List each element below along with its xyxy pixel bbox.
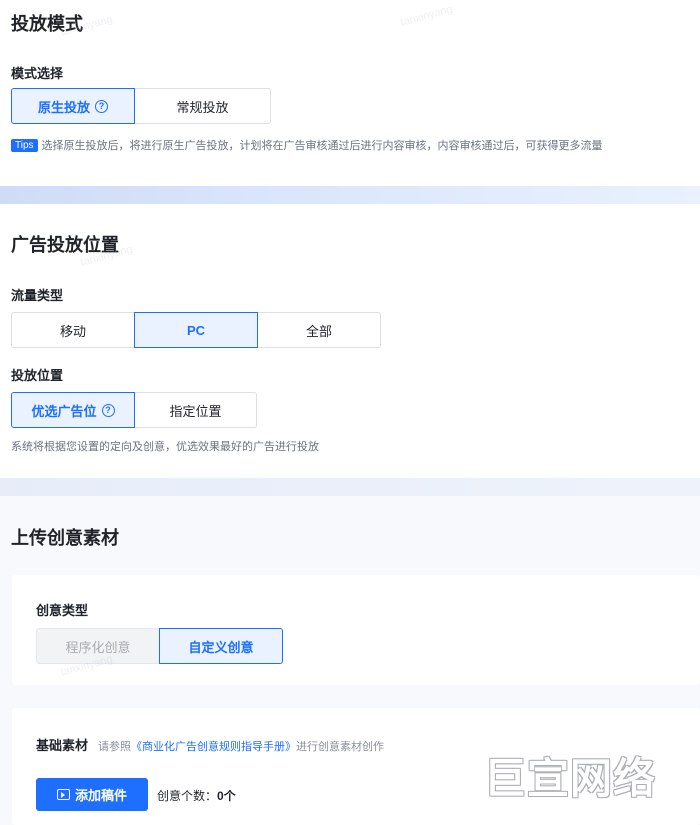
position-option-preferred[interactable]: 优选广告位 ? — [11, 392, 135, 428]
traffic-option-pc[interactable]: PC — [134, 312, 258, 348]
traffic-type-segmented-control: 移动 PC 全部 — [11, 312, 381, 348]
creative-title: 上传创意素材 — [11, 528, 119, 548]
position-option-specified[interactable]: 指定位置 — [134, 392, 257, 428]
mode-segmented-control: 原生投放 ? 常规投放 — [11, 88, 271, 124]
creative-count: 创意个数：0个 — [157, 787, 236, 804]
help-icon[interactable]: ? — [95, 99, 108, 113]
basic-material-label: 基础素材 — [36, 738, 89, 753]
position-option-preferred-label: 优选广告位 — [31, 403, 97, 419]
traffic-option-mobile-label: 移动 — [59, 323, 86, 339]
creative-type-label: 创意类型 — [36, 603, 89, 618]
basic-material-row: 基础素材 请参照 《商业化广告创意规则指导手册》 进行创意素材创作 — [36, 735, 384, 754]
delivery-mode-title: 投放模式 — [11, 14, 83, 34]
position-label: 投放位置 — [11, 368, 64, 383]
creative-count-label: 创意个数： — [157, 789, 218, 803]
help-icon[interactable]: ? — [101, 403, 115, 417]
creative-option-custom[interactable]: 自定义创意 — [159, 628, 283, 664]
add-draft-label: 添加稿件 — [74, 788, 127, 803]
traffic-option-all[interactable]: 全部 — [257, 312, 381, 348]
creative-type-segmented-control: 程序化创意 自定义创意 — [36, 628, 283, 664]
traffic-type-label: 流量类型 — [11, 288, 64, 303]
placement-hint: 系统将根据您设置的定向及创意，优选效果最好的广告进行投放 — [11, 441, 319, 453]
position-option-specified-label: 指定位置 — [169, 403, 222, 419]
mode-option-regular[interactable]: 常规投放 — [134, 88, 271, 124]
section-divider — [0, 186, 700, 204]
ref-suffix: 进行创意素材创作 — [296, 741, 385, 753]
mode-select-label: 模式选择 — [11, 66, 64, 81]
creative-count-value: 0个 — [217, 789, 236, 803]
traffic-option-mobile[interactable]: 移动 — [11, 312, 135, 348]
mode-option-native-label: 原生投放 — [37, 99, 90, 115]
add-draft-button[interactable]: 添加稿件 — [36, 778, 148, 811]
creative-option-programmatic-label: 程序化创意 — [65, 639, 131, 655]
mode-option-regular-label: 常规投放 — [176, 99, 229, 115]
watermark-logo: 巨宣网络 — [484, 755, 657, 802]
tips-text: 选择原生投放后，将进行原生广告投放，计划将在广告审核通过后进行内容审核，内容审核… — [41, 140, 603, 152]
tips-row: Tips 选择原生投放后，将进行原生广告投放，计划将在广告审核通过后进行内容审核… — [11, 137, 603, 153]
section-divider — [0, 478, 700, 496]
delivery-mode-card: 投放模式 模式选择 原生投放 ? 常规投放 Tips 选择原生投放后，将进行原生… — [0, 0, 700, 186]
video-play-icon — [56, 789, 70, 800]
creative-option-custom-label: 自定义创意 — [188, 639, 254, 655]
position-segmented-control: 优选广告位 ? 指定位置 — [11, 392, 257, 428]
creative-option-programmatic[interactable]: 程序化创意 — [36, 628, 160, 664]
tips-badge: Tips — [11, 138, 38, 152]
mode-option-native[interactable]: 原生投放 ? — [11, 88, 135, 124]
traffic-option-pc-label: PC — [186, 322, 206, 338]
traffic-option-all-label: 全部 — [305, 323, 332, 339]
placement-card: 广告投放位置 流量类型 移动 PC 全部 投放位置 优选广告位 ? 指定位置 系… — [0, 204, 700, 478]
placement-title: 广告投放位置 — [11, 235, 119, 255]
guide-manual-link[interactable]: 《商业化广告创意规则指导手册》 — [131, 738, 296, 754]
ref-prefix: 请参照 — [98, 741, 132, 753]
